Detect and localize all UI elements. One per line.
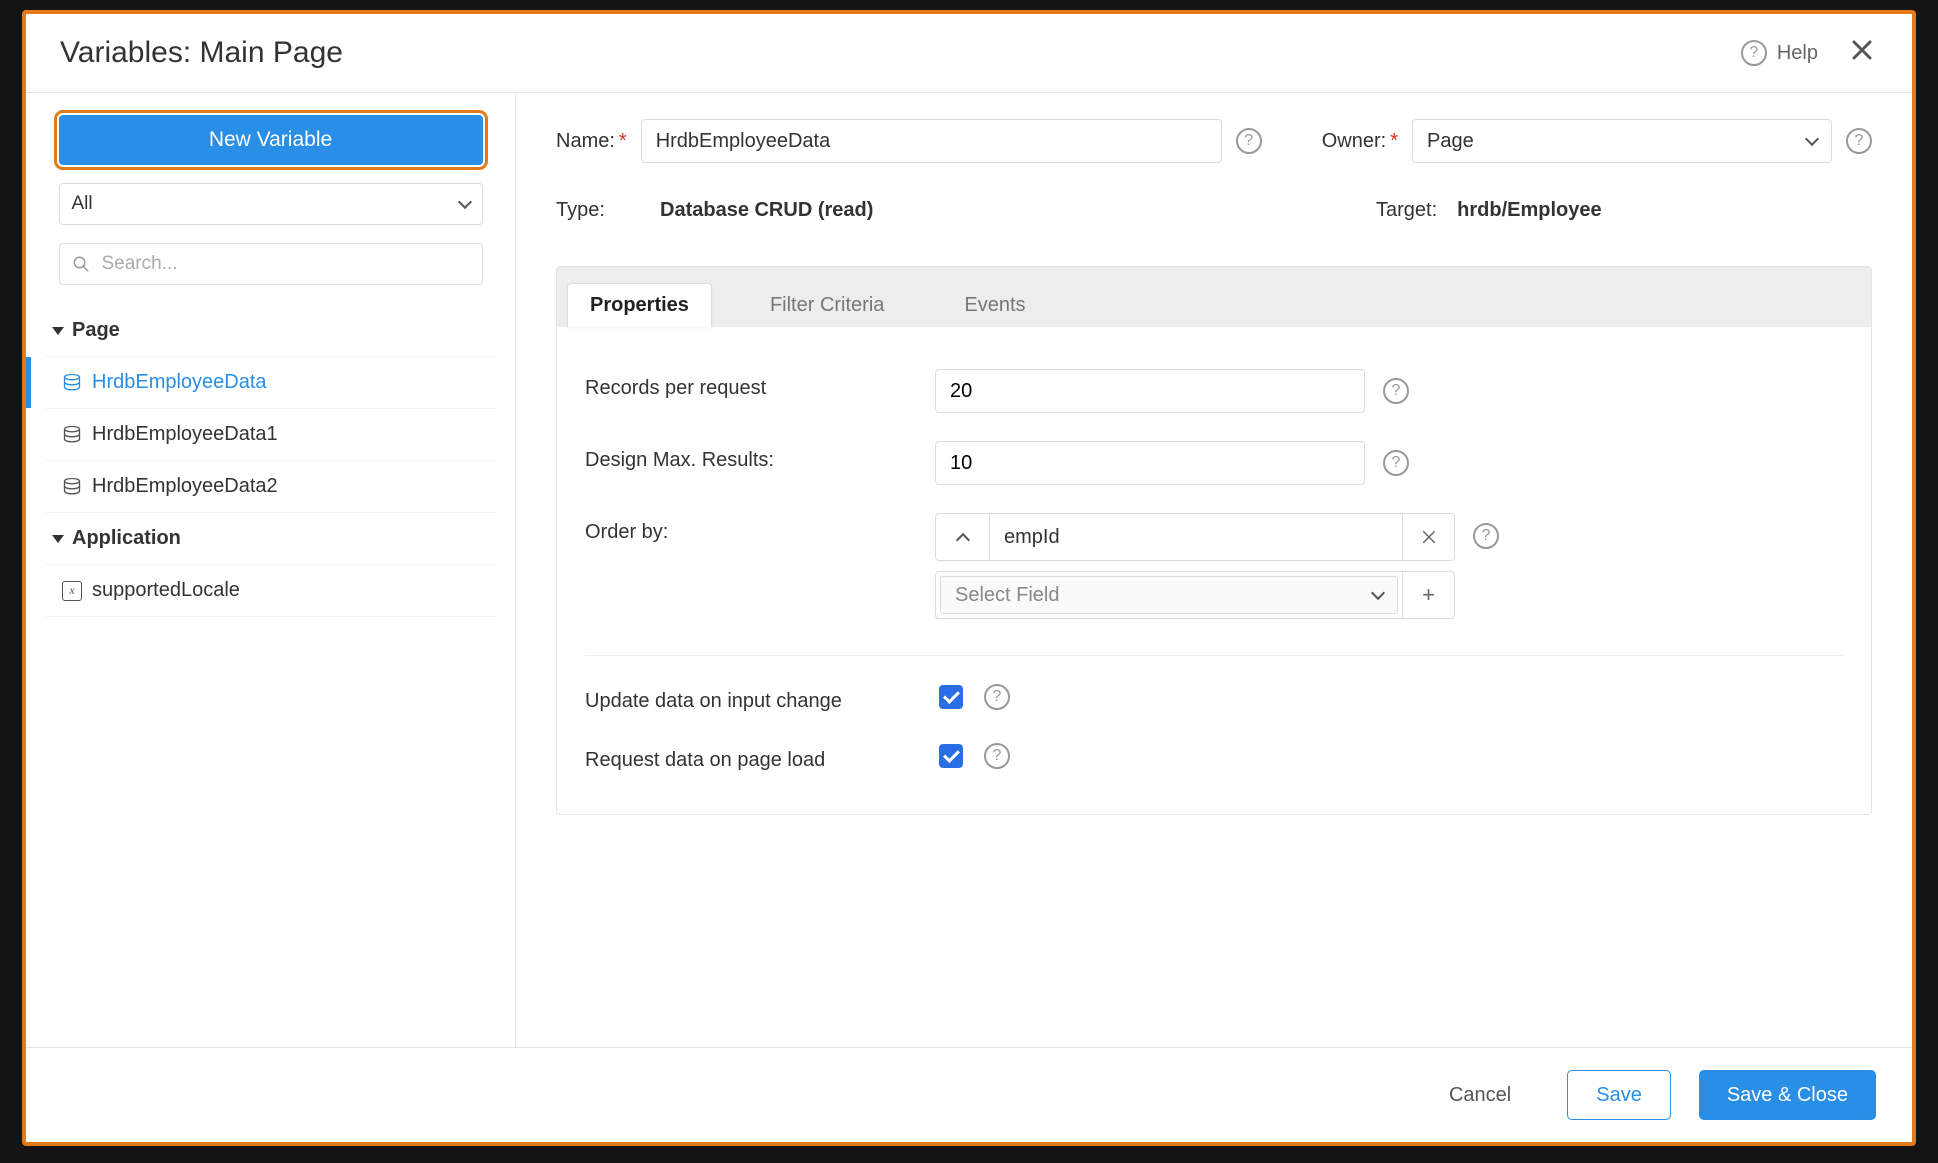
update-on-change-checkbox[interactable] <box>939 685 963 709</box>
orderby-placeholder: Select Field <box>955 584 1060 607</box>
tree-group-label: Application <box>72 527 181 550</box>
settings-tabs: Properties Filter Criteria Events Record… <box>556 266 1872 815</box>
help-icon[interactable]: ? <box>984 743 1010 769</box>
help-link[interactable]: ? Help <box>1741 40 1818 66</box>
name-input[interactable] <box>641 119 1222 163</box>
owner-select[interactable]: Page <box>1412 119 1832 163</box>
design-max-input[interactable] <box>935 441 1365 485</box>
tree-group-application[interactable]: Application <box>46 512 495 564</box>
tab-properties[interactable]: Properties <box>567 283 712 327</box>
help-icon[interactable]: ? <box>984 684 1010 710</box>
sidebar: New Variable All Page <box>26 93 516 1047</box>
variable-icon: x <box>62 581 82 601</box>
filter-value: All <box>72 193 93 215</box>
database-icon <box>62 477 82 497</box>
caret-down-icon <box>52 327 64 335</box>
caret-down-icon <box>52 535 64 543</box>
search-input[interactable] <box>100 252 470 276</box>
chevron-down-icon <box>457 195 471 209</box>
chevron-up-icon <box>955 533 969 547</box>
target-value: hrdb/Employee <box>1457 199 1601 222</box>
tab-events[interactable]: Events <box>942 284 1047 327</box>
tab-content-properties: Records per request ? Design Max. Result… <box>557 327 1871 814</box>
owner-label: Owner:* <box>1322 130 1398 153</box>
tab-bar: Properties Filter Criteria Events <box>557 267 1871 327</box>
search-icon <box>72 255 90 273</box>
tree-item-label: HrdbEmployeeData <box>92 371 267 394</box>
orderby-field-value: empId <box>990 514 1402 560</box>
tree-group-page[interactable]: Page <box>46 305 495 356</box>
dialog-header: Variables: Main Page ? Help <box>26 14 1912 93</box>
chevron-down-icon <box>1371 586 1385 600</box>
tree-item-label: supportedLocale <box>92 579 240 602</box>
tree-item-hrdbemployeedata1[interactable]: HrdbEmployeeData1 <box>46 408 495 460</box>
update-on-change-label: Update data on input change <box>585 682 935 713</box>
variable-tree: Page HrdbEmployeeData HrdbEmployeeData1 … <box>46 305 495 617</box>
type-value: Database CRUD (read) <box>660 199 873 222</box>
records-label: Records per request <box>585 369 935 400</box>
orderby-label: Order by: <box>585 513 935 544</box>
name-label: Name:* <box>556 130 627 153</box>
database-icon <box>62 425 82 445</box>
variables-dialog: Variables: Main Page ? Help New Variable… <box>22 10 1916 1146</box>
target-label: Target: <box>1376 199 1437 222</box>
orderby-add-field-select[interactable]: Select Field <box>940 576 1398 614</box>
tree-item-hrdbemployeedata2[interactable]: HrdbEmployeeData2 <box>46 460 495 512</box>
records-input[interactable] <box>935 369 1365 413</box>
owner-value: Page <box>1427 130 1474 153</box>
close-icon[interactable] <box>1846 34 1878 72</box>
new-variable-button[interactable]: New Variable <box>59 115 483 165</box>
chevron-down-icon <box>1805 132 1819 146</box>
required-mark: * <box>1390 130 1398 152</box>
database-icon <box>62 373 82 393</box>
tree-item-label: HrdbEmployeeData2 <box>92 475 278 498</box>
help-icon[interactable]: ? <box>1473 523 1499 549</box>
tree-item-label: HrdbEmployeeData1 <box>92 423 278 446</box>
orderby-sort-direction[interactable] <box>936 514 990 560</box>
main-content: Name:* ? Owner:* Page ? <box>516 93 1912 1047</box>
help-label: Help <box>1777 42 1818 65</box>
variable-type-filter[interactable]: All <box>59 183 483 225</box>
tab-filter-criteria[interactable]: Filter Criteria <box>748 284 906 327</box>
tree-item-hrdbemployeedata[interactable]: HrdbEmployeeData <box>46 356 495 408</box>
orderby-add-button[interactable]: + <box>1402 572 1454 618</box>
divider <box>585 655 1843 656</box>
save-button[interactable]: Save <box>1567 1070 1671 1120</box>
save-close-button[interactable]: Save & Close <box>1699 1070 1876 1120</box>
help-icon[interactable]: ? <box>1383 450 1409 476</box>
orderby-remove-button[interactable] <box>1402 514 1454 560</box>
request-on-load-checkbox[interactable] <box>939 744 963 768</box>
search-box <box>59 243 483 285</box>
tree-group-label: Page <box>72 319 120 342</box>
type-label: Type: <box>556 199 624 222</box>
dialog-title: Variables: Main Page <box>60 36 1741 70</box>
design-max-label: Design Max. Results: <box>585 441 935 472</box>
help-icon[interactable]: ? <box>1383 378 1409 404</box>
request-on-load-label: Request data on page load <box>585 741 935 772</box>
tree-item-supportedlocale[interactable]: x supportedLocale <box>46 564 495 617</box>
help-icon: ? <box>1741 40 1767 66</box>
help-icon[interactable]: ? <box>1236 128 1262 154</box>
dialog-footer: Cancel Save Save & Close <box>26 1047 1912 1142</box>
required-mark: * <box>619 130 627 152</box>
help-icon[interactable]: ? <box>1846 128 1872 154</box>
cancel-button[interactable]: Cancel <box>1421 1070 1539 1120</box>
